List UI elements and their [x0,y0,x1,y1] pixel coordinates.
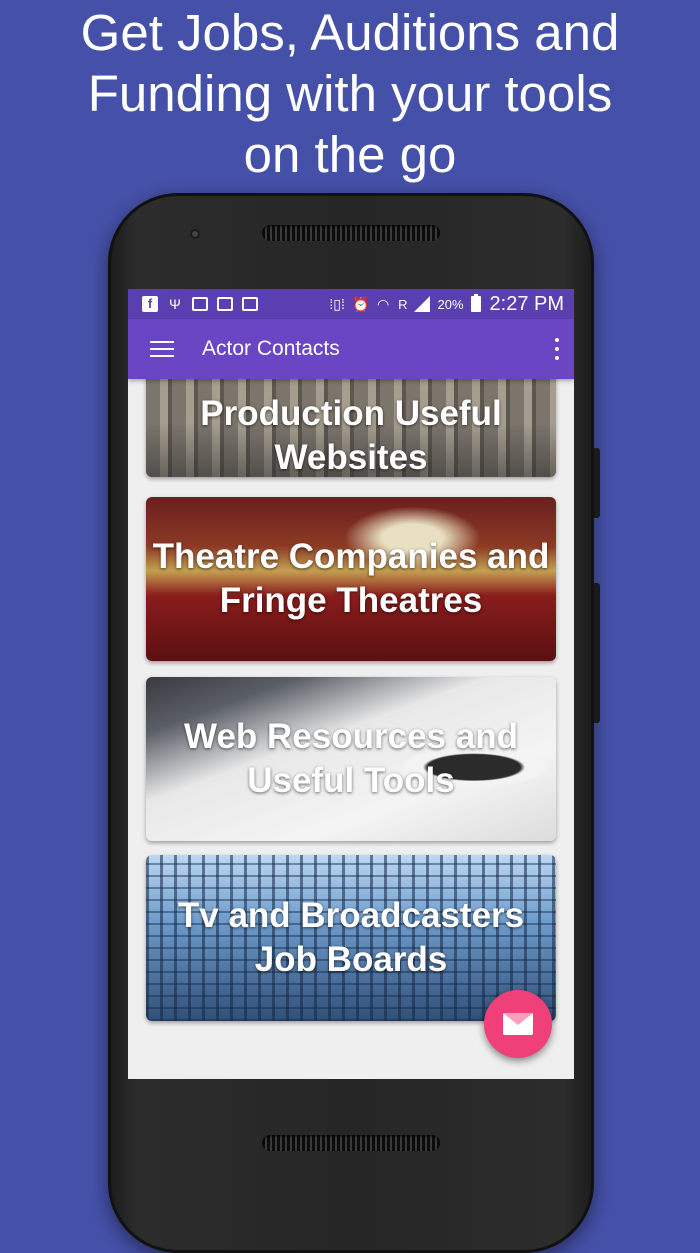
network-label: R [398,296,408,312]
wifi-icon: ◠ [376,296,390,312]
card-tv-broadcasters[interactable]: Tv and Broadcasters Job Boards [146,855,556,1021]
signal-icon [414,296,431,312]
battery-percent: 20% [437,296,464,312]
vibrate-icon: ⁞▯⁞ [329,296,345,312]
category-list: Production Useful Websites Theatre Compa… [128,357,574,1079]
top-speaker [262,225,440,241]
alarm-icon: ⏰ [352,296,370,312]
headline-line-1: Get Jobs, Auditions and [80,4,620,61]
card-label: Web Resources and Useful Tools [184,717,518,800]
clipboard-check-icon [242,297,258,311]
phone-screen: f Ψ ⁞▯⁞ ⏰ ◠ R 20% 2:27 PM Actor Contacts… [128,289,574,1079]
hamburger-menu-icon[interactable] [150,341,174,357]
card-label: Tv and Broadcasters Job Boards [177,896,525,979]
headline-line-2: Funding with your tools [87,65,613,122]
app-title: Actor Contacts [202,337,340,360]
app-bar: Actor Contacts [128,319,574,379]
image-icon [217,297,233,311]
email-icon [503,1013,533,1035]
card-theatre-companies[interactable]: Theatre Companies and Fringe Theatres [146,497,556,661]
phone-frame: f Ψ ⁞▯⁞ ⏰ ◠ R 20% 2:27 PM Actor Contacts… [108,193,600,1253]
email-icon [192,297,208,311]
volume-button [594,448,600,518]
battery-charging-icon [470,294,481,312]
card-label: Theatre Companies and Fringe Theatres [152,537,550,620]
email-fab-button[interactable] [484,990,552,1058]
promo-headline: Get Jobs, Auditions and Funding with you… [0,2,700,185]
bottom-speaker [262,1135,440,1151]
usb-icon: Ψ [169,296,181,312]
clock-time: 2:27 PM [489,292,564,315]
more-vert-icon[interactable] [554,338,560,360]
headline-line-3: on the go [243,126,457,183]
front-camera [190,229,200,239]
status-bar: f Ψ ⁞▯⁞ ⏰ ◠ R 20% 2:27 PM [128,289,574,319]
card-web-resources[interactable]: Web Resources and Useful Tools [146,677,556,841]
facebook-icon: f [142,296,158,312]
power-button [594,583,600,723]
